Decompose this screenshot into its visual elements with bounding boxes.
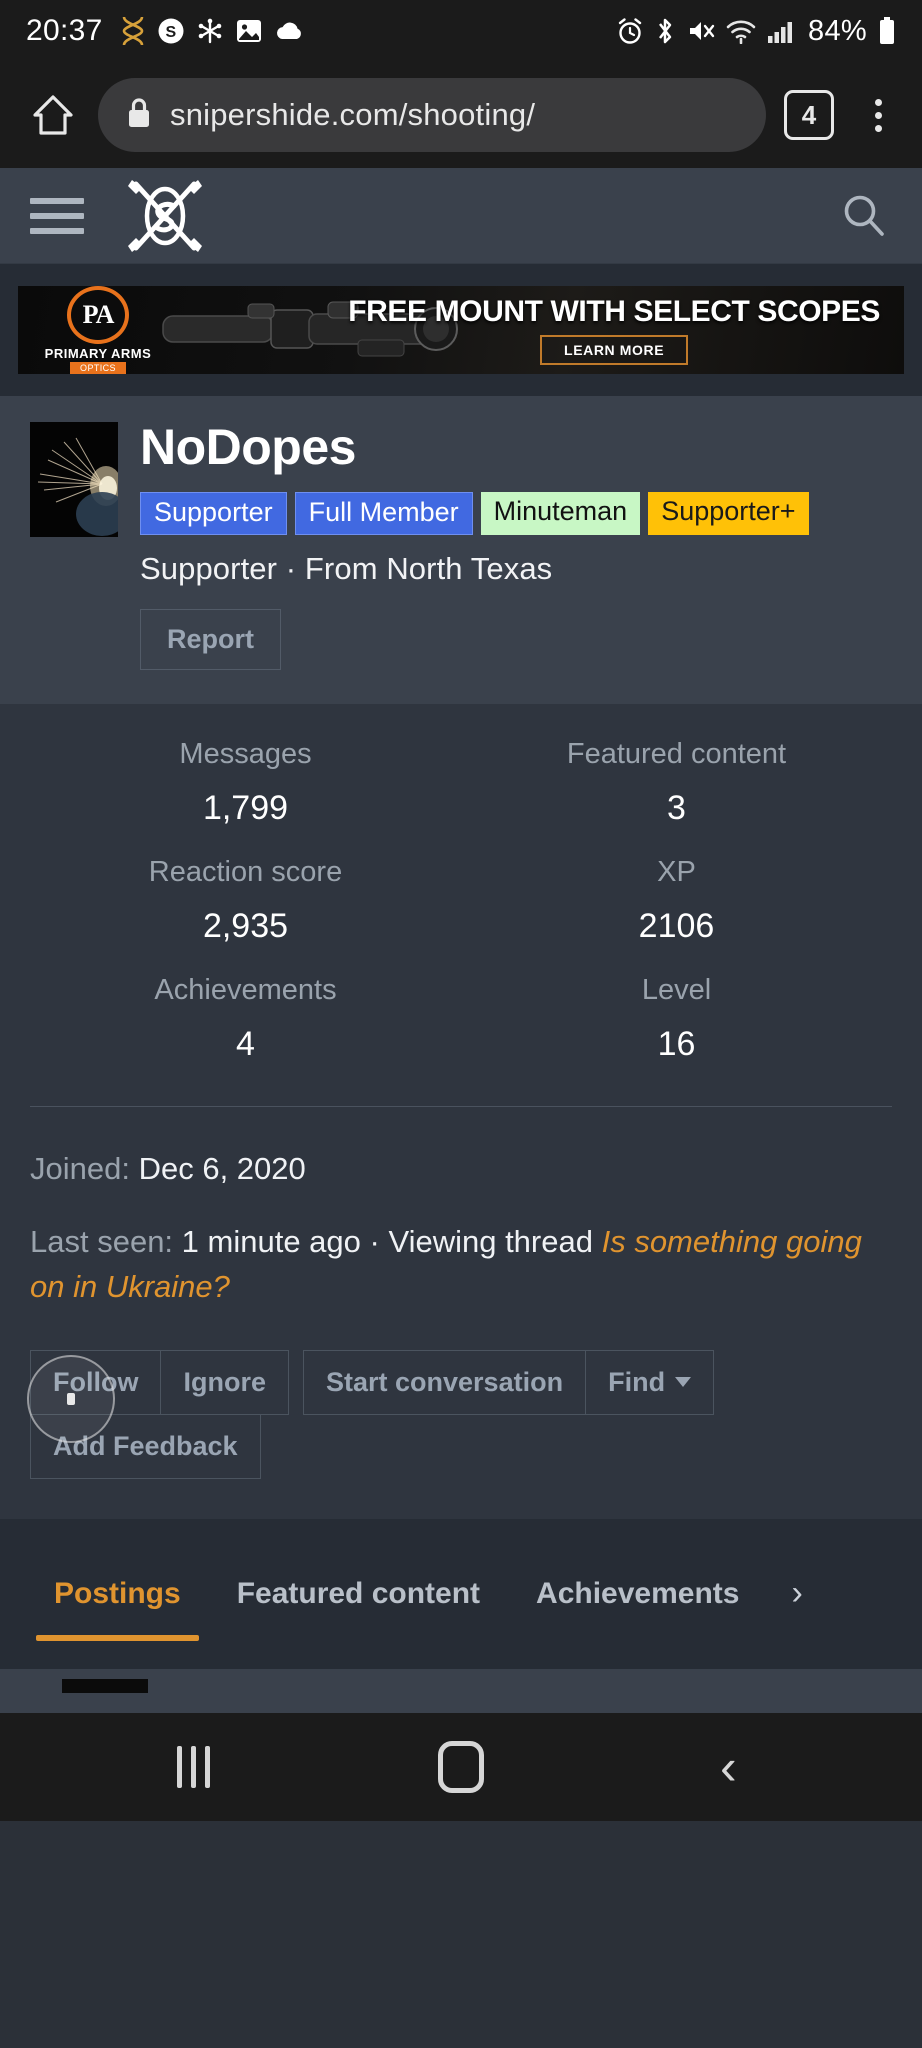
ad-container: PA PRIMARY ARMS OPTICS FREE MOUNT WITH S… — [0, 264, 922, 396]
dna-icon — [120, 16, 146, 46]
stat-value: 1,799 — [202, 789, 289, 828]
follow-button[interactable]: Follow — [30, 1349, 162, 1415]
back-icon[interactable]: ‹ — [668, 1732, 788, 1802]
last-seen-row: Last seen: 1 minute ago · Viewing thread… — [30, 1220, 892, 1310]
android-nav-bar: ‹ — [0, 1712, 922, 1821]
user-title-location: Supporter · From North Texas — [140, 551, 553, 587]
status-bar-right: 84% — [617, 15, 896, 48]
more-options-icon[interactable] — [856, 90, 900, 140]
last-seen-value: 1 minute ago · Viewing thread — [181, 1223, 602, 1259]
signal-icon — [767, 16, 795, 46]
snipers-hide-logo[interactable] — [122, 176, 212, 256]
add-feedback-button[interactable]: Add Feedback — [30, 1413, 261, 1479]
stat-value: 2106 — [638, 907, 715, 946]
tabs-more-chevron-icon[interactable]: › — [791, 1574, 802, 1613]
battery-icon — [878, 16, 896, 46]
follow-ignore-group: Follow Ignore — [30, 1349, 289, 1415]
recents-icon[interactable] — [134, 1732, 254, 1802]
status-bar-left: 20:37 S — [26, 14, 617, 48]
home-icon[interactable] — [401, 1732, 521, 1802]
tab-featured-content[interactable]: Featured content — [209, 1519, 508, 1669]
ad-headline: FREE MOUNT WITH SELECT SCOPES — [348, 295, 880, 328]
stat-label: Level — [641, 974, 712, 1007]
battery-percent: 84% — [808, 14, 867, 47]
ad-copy: FREE MOUNT WITH SELECT SCOPES LEARN MORE — [348, 295, 904, 365]
stat-label: Messages — [179, 738, 312, 771]
status-badge[interactable]: Minuteman — [480, 492, 641, 536]
bluetooth-icon — [654, 16, 676, 46]
chevron-down-icon — [675, 1377, 692, 1388]
stat-featured-content[interactable]: Featured content 3 — [461, 738, 892, 856]
ad-brand-name: PRIMARY ARMS — [44, 346, 152, 361]
home-icon[interactable] — [22, 84, 84, 146]
s-circle-icon: S — [157, 16, 185, 46]
joined-value: Dec 6, 2020 — [138, 1151, 306, 1187]
phone-screen: 20:37 S 84% snipershide.com/shooting/ 4 … — [0, 0, 922, 2048]
ignore-button[interactable]: Ignore — [161, 1349, 289, 1415]
tab-count-button[interactable]: 4 — [784, 90, 834, 140]
stat-label: Reaction score — [148, 856, 343, 889]
avatar[interactable] — [30, 422, 118, 537]
stat-value: 3 — [667, 789, 686, 828]
alarm-icon — [617, 16, 643, 46]
lock-icon — [126, 97, 152, 134]
status-badge[interactable]: Supporter+ — [648, 492, 809, 536]
stat-messages[interactable]: Messages 1,799 — [30, 738, 461, 856]
start-conversation-button[interactable]: Start conversation — [303, 1349, 587, 1415]
report-button[interactable]: Report — [140, 609, 281, 671]
conversation-find-group: Start conversation Find — [303, 1349, 715, 1415]
joined-label: Joined: — [30, 1151, 130, 1187]
user-badges: Supporter Full Member Minuteman Supporte… — [140, 492, 809, 536]
profile-header: NoDopes Supporter Full Member Minuteman … — [0, 396, 922, 705]
url-text: snipershide.com/shooting/ — [170, 97, 536, 132]
info-section: Joined: Dec 6, 2020 Last seen: 1 minute … — [0, 1117, 922, 1346]
site-header — [0, 168, 922, 264]
svg-text:S: S — [165, 24, 176, 41]
ad-brand-sub: OPTICS — [70, 362, 126, 374]
search-icon[interactable] — [836, 188, 892, 244]
ad-learn-more-button[interactable]: LEARN MORE — [540, 335, 689, 365]
snowflake-icon — [196, 16, 224, 46]
tab-postings[interactable]: Postings — [26, 1519, 209, 1669]
stat-achievements[interactable]: Achievements 4 — [30, 974, 461, 1092]
action-row-primary: Follow Ignore Start conversation Find — [30, 1349, 892, 1415]
url-bar[interactable]: snipershide.com/shooting/ — [98, 78, 766, 152]
ad-banner-primary-arms[interactable]: PA PRIMARY ARMS OPTICS FREE MOUNT WITH S… — [18, 286, 904, 374]
stat-label: Featured content — [566, 738, 787, 771]
stat-value: 2,935 — [202, 907, 289, 946]
find-label: Find — [608, 1366, 666, 1397]
status-badge[interactable]: Supporter — [140, 492, 287, 536]
content-below-tabs — [0, 1668, 922, 1713]
stat-xp[interactable]: XP 2106 — [461, 856, 892, 974]
photo-icon — [235, 16, 263, 46]
joined-row: Joined: Dec 6, 2020 — [30, 1147, 892, 1192]
stat-label: Achievements — [154, 974, 337, 1007]
last-seen-label: Last seen: — [30, 1223, 174, 1259]
page-title: NoDopes — [140, 419, 356, 475]
profile-info: NoDopes Supporter Full Member Minuteman … — [140, 419, 809, 671]
stat-label: XP — [657, 856, 696, 889]
browser-toolbar: snipershide.com/shooting/ 4 — [0, 62, 922, 168]
ad-brand-initials: PA — [67, 286, 129, 344]
stat-value: 16 — [657, 1025, 696, 1064]
status-time: 20:37 — [26, 14, 103, 47]
action-buttons: Follow Ignore Start conversation Find Ad… — [0, 1345, 922, 1519]
stats-section: Messages 1,799 Featured content 3 Reacti… — [0, 704, 922, 1118]
hamburger-icon[interactable] — [30, 197, 84, 234]
cloud-icon — [274, 16, 306, 46]
content-placeholder — [62, 1678, 148, 1693]
stats-grid: Messages 1,799 Featured content 3 Reacti… — [30, 738, 892, 1092]
status-bar: 20:37 S 84% — [0, 0, 922, 62]
status-badge[interactable]: Full Member — [294, 492, 473, 536]
stat-value: 4 — [236, 1025, 255, 1064]
find-button[interactable]: Find — [586, 1349, 715, 1415]
divider — [30, 1106, 892, 1108]
wifi-icon — [726, 16, 756, 46]
action-row-secondary: Add Feedback — [30, 1413, 892, 1479]
stat-reaction-score[interactable]: Reaction score 2,935 — [30, 856, 461, 974]
tab-achievements[interactable]: Achievements — [508, 1519, 767, 1669]
stat-level[interactable]: Level 16 — [461, 974, 892, 1092]
profile-tabs: Postings Featured content Achievements › — [0, 1518, 922, 1669]
mute-icon — [687, 16, 715, 46]
